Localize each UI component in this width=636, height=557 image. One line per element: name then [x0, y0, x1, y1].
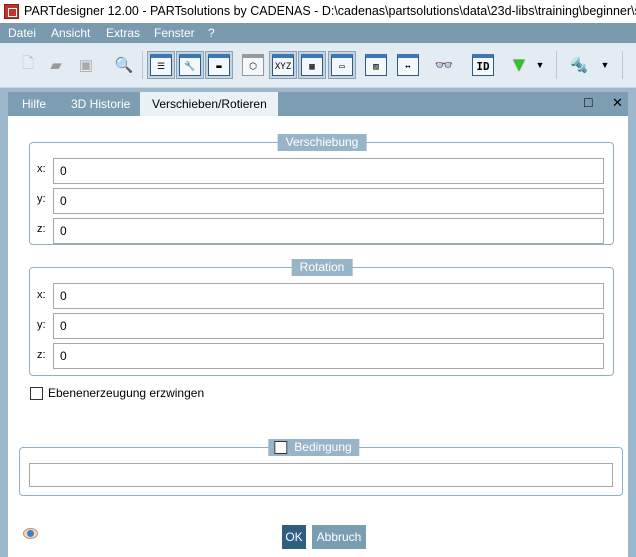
rotation-x-input[interactable]: 0: [53, 283, 604, 309]
menu-fenster[interactable]: Fenster: [154, 26, 195, 40]
z-label: z:: [37, 223, 46, 235]
ruler-icon[interactable]: ↔: [394, 51, 422, 79]
translation-y-input[interactable]: 0: [53, 188, 604, 214]
force-plane-label[interactable]: Ebenenerzeugung erzwingen: [48, 386, 204, 400]
condition-group: ✓ Bedingung: [19, 439, 623, 496]
glasses-icon[interactable]: 👓: [430, 51, 458, 79]
tab-strip: Hilfe 3D Historie Verschieben/Rotieren □…: [8, 92, 628, 116]
force-plane-checkbox[interactable]: [30, 387, 43, 400]
translation-group: Verschiebung x: 0 y: 0 z: 0: [29, 134, 614, 245]
rotation-group: Rotation x: 0 y: 0 z: 0: [29, 259, 614, 376]
wrench-icon[interactable]: 🔧: [176, 51, 204, 79]
rotation-title: Rotation: [291, 259, 353, 276]
tree-view-icon[interactable]: ☰: [147, 51, 175, 79]
save-icon[interactable]: ▣: [72, 51, 100, 79]
condition-input[interactable]: [29, 463, 613, 487]
condition-checkbox[interactable]: ✓: [274, 441, 288, 454]
condition-title: Bedingung: [294, 440, 352, 454]
new-document-icon[interactable]: 🗋: [14, 51, 42, 79]
tab-verschieben-rotieren[interactable]: Verschieben/Rotieren: [140, 92, 278, 116]
x-label: x:: [37, 163, 46, 175]
tab-hilfe[interactable]: Hilfe: [10, 92, 58, 116]
condition-legend: ✓ Bedingung: [268, 439, 360, 456]
rotation-y-input[interactable]: 0: [53, 313, 604, 339]
bolt-icon[interactable]: ▬: [205, 51, 233, 79]
window-title: PARTdesigner 12.00 - PARTsolutions by CA…: [24, 4, 636, 18]
app-icon: [4, 4, 19, 19]
ok-button[interactable]: OK: [282, 525, 306, 549]
move-rotate-panel: Verschiebung x: 0 y: 0 z: 0 Rotation x: …: [8, 116, 628, 557]
rotation-z-input[interactable]: 0: [53, 343, 604, 369]
maximize-icon[interactable]: □: [584, 94, 592, 110]
title-bar: PARTdesigner 12.00 - PARTsolutions by CA…: [0, 0, 636, 23]
menu-extras[interactable]: Extras: [106, 26, 140, 40]
dimension-box-icon[interactable]: ▭: [328, 51, 356, 79]
menu-help[interactable]: ?: [208, 26, 215, 40]
menu-ansicht[interactable]: Ansicht: [51, 26, 90, 40]
open-folder-icon[interactable]: ▰: [42, 51, 70, 79]
eye-icon[interactable]: [23, 528, 38, 539]
x-label: x:: [37, 289, 46, 301]
y-label: y:: [37, 319, 46, 331]
toolbar: 🗋 ▰ ▣ 🔍 ☰ 🔧 ▬ ⬡ XYZ ▦ ▭ ▨ ↔ 👓 ID ▼ ▼ 🔩 ▼: [0, 43, 636, 88]
chevron-down-icon[interactable]: ▼: [533, 51, 547, 79]
green-triangle-icon[interactable]: ▼: [505, 51, 533, 79]
search-icon[interactable]: 🔍: [110, 51, 138, 79]
translation-z-input[interactable]: 0: [53, 218, 604, 244]
menu-datei[interactable]: Datei: [8, 26, 36, 40]
id-icon[interactable]: ID: [469, 51, 497, 79]
translation-title: Verschiebung: [277, 134, 367, 151]
menu-bar: Datei Ansicht Extras Fenster ?: [0, 23, 636, 43]
cancel-button[interactable]: Abbruch: [312, 525, 366, 549]
bolt-save-icon[interactable]: 🔩: [565, 51, 593, 79]
translation-x-input[interactable]: 0: [53, 158, 604, 184]
table-icon[interactable]: ▦: [298, 51, 326, 79]
tab-3d-historie[interactable]: 3D Historie: [59, 92, 142, 116]
area-dimension-icon[interactable]: ▨: [362, 51, 390, 79]
close-icon[interactable]: ✕: [612, 95, 623, 111]
chevron-down-icon[interactable]: ▼: [598, 51, 612, 79]
sketch-cube-icon[interactable]: ⬡: [239, 51, 267, 79]
z-label: z:: [37, 349, 46, 361]
y-label: y:: [37, 193, 46, 205]
xyz-coordinates-icon[interactable]: XYZ: [269, 51, 297, 79]
